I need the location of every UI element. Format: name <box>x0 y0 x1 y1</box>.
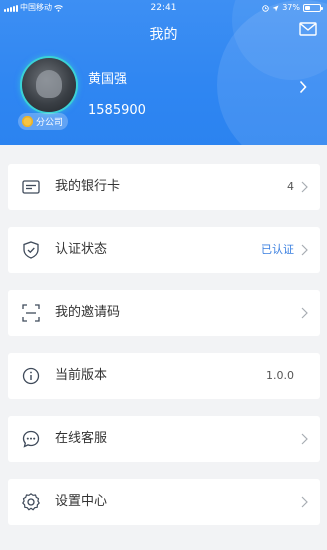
version-number: 1.0.0 <box>266 369 294 382</box>
chevron-right-icon[interactable] <box>299 80 307 94</box>
user-name: 黄国强 <box>88 72 128 87</box>
alarm-icon <box>262 4 269 12</box>
profile-header: 中国移动 22:41 37% 我的 分公司 黄国强 1585900 <box>0 0 327 145</box>
menu-item-verification[interactable]: 认证状态 已认证 <box>8 227 320 273</box>
mail-icon[interactable] <box>299 22 317 36</box>
coin-icon <box>22 116 33 127</box>
menu-item-label: 我的银行卡 <box>55 179 121 194</box>
menu-item-label: 认证状态 <box>55 242 108 257</box>
user-phone: 1585900 <box>88 103 146 118</box>
verification-status: 已认证 <box>261 243 294 256</box>
branch-badge: 分公司 <box>18 113 69 130</box>
chat-icon <box>22 430 40 448</box>
badge-label: 分公司 <box>36 118 64 128</box>
battery-percent: 37% <box>282 3 300 12</box>
menu-item-version: 当前版本 1.0.0 <box>8 353 320 399</box>
location-icon <box>272 5 279 11</box>
menu-item-label: 当前版本 <box>55 368 108 383</box>
menu-item-label: 设置中心 <box>55 494 108 509</box>
menu-item-label: 我的邀请码 <box>55 305 121 320</box>
menu-item-bank-card[interactable]: 我的银行卡 4 <box>8 164 320 210</box>
bank-card-count: 4 <box>287 180 294 193</box>
menu-item-invite-code[interactable]: 我的邀请码 <box>8 290 320 336</box>
menu-item-settings[interactable]: 设置中心 <box>8 479 320 525</box>
scan-code-icon <box>22 304 40 322</box>
chevron-right-icon <box>301 433 308 445</box>
menu-item-customer-service[interactable]: 在线客服 <box>8 416 320 462</box>
chevron-right-icon <box>301 496 308 508</box>
menu-item-label: 在线客服 <box>55 431 108 446</box>
page-title: 我的 <box>149 27 178 43</box>
avatar[interactable] <box>22 58 76 112</box>
info-icon <box>22 367 40 385</box>
battery-icon <box>303 4 323 12</box>
shield-check-icon <box>23 241 39 259</box>
chevron-right-icon <box>301 244 308 256</box>
gear-icon <box>22 493 40 511</box>
status-bar: 中国移动 22:41 37% <box>0 0 327 16</box>
chevron-right-icon <box>301 307 308 319</box>
bank-card-icon <box>22 180 40 194</box>
chevron-right-icon <box>301 181 308 193</box>
